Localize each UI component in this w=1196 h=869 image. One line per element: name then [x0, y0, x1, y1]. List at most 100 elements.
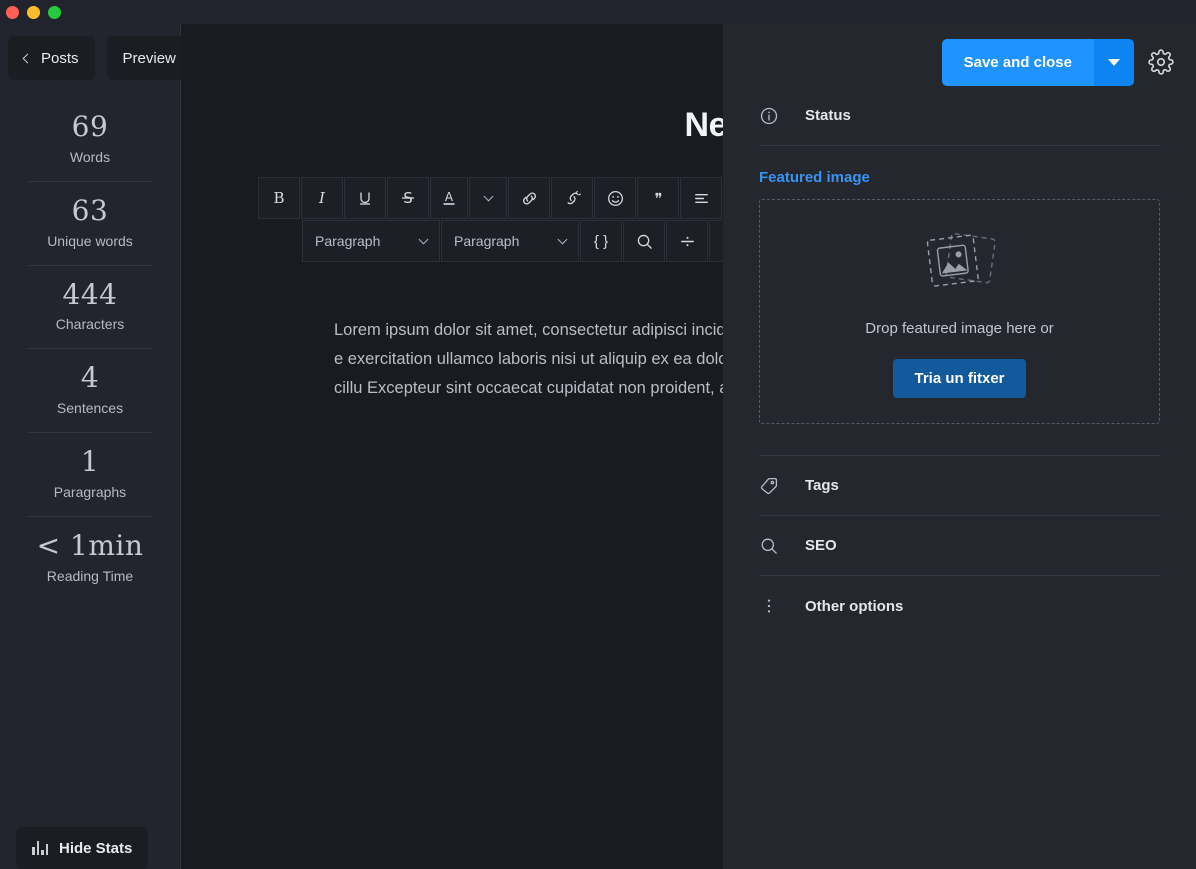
- section-tags-label: Tags: [805, 477, 839, 494]
- post-settings-panel: Save and close Status Featured image Dro…: [723, 24, 1196, 869]
- hide-stats-button[interactable]: Hide Stats: [16, 827, 149, 869]
- settings-button[interactable]: [1148, 49, 1174, 75]
- panel-sections: Status Featured image Drop featured imag…: [759, 86, 1160, 636]
- stat-label: Paragraphs: [53, 483, 127, 500]
- section-status-label: Status: [805, 107, 851, 124]
- kebab-menu-icon: [759, 596, 779, 616]
- save-and-close-group: Save and close: [941, 38, 1134, 86]
- preview-label: Preview: [122, 49, 176, 67]
- stat-sentences: 4 Sentences: [28, 349, 152, 434]
- tag-icon: [759, 476, 779, 496]
- stat-label: Sentences: [56, 400, 124, 417]
- section-seo-label: SEO: [805, 537, 837, 554]
- stat-label: Characters: [55, 316, 125, 333]
- svg-text:A: A: [445, 190, 454, 204]
- stat-value: 63: [71, 193, 109, 227]
- stat-value: 444: [62, 277, 118, 311]
- search-icon: [759, 536, 779, 556]
- back-to-posts-label: Posts: [41, 49, 79, 67]
- section-status[interactable]: Status: [759, 86, 1160, 146]
- chevron-left-icon: [22, 53, 33, 63]
- remove-link-button[interactable]: [551, 177, 593, 219]
- dropzone-text: Drop featured image here or: [865, 320, 1054, 337]
- underline-button[interactable]: [344, 177, 386, 219]
- text-color-dropdown-button[interactable]: [469, 177, 507, 219]
- block-format-select-1[interactable]: Paragraph: [302, 220, 440, 262]
- stat-value: 1: [80, 445, 100, 479]
- stats-sidebar: Posts Preview 69 Words 63 Unique words 4…: [0, 24, 192, 869]
- stat-reading-time: < 1min Reading Time: [28, 517, 152, 600]
- save-and-close-button[interactable]: Save and close: [941, 38, 1094, 86]
- insert-link-button[interactable]: [508, 177, 550, 219]
- stat-value: < 1min: [36, 528, 144, 562]
- stat-label: Unique words: [47, 232, 133, 249]
- hide-stats-label: Hide Stats: [59, 839, 133, 857]
- svg-text:I: I: [318, 189, 326, 207]
- search-icon: [635, 232, 654, 251]
- underline-icon: [356, 189, 374, 207]
- align-left-button[interactable]: [680, 177, 722, 219]
- block-format-select-2[interactable]: Paragraph: [441, 220, 579, 262]
- chevron-down-icon: [557, 234, 568, 244]
- horizontal-rule-icon: [678, 232, 697, 251]
- italic-button[interactable]: I: [301, 177, 343, 219]
- app-window: Posts Preview 69 Words 63 Unique words 4…: [0, 0, 1196, 869]
- bar-chart-icon: [32, 841, 48, 855]
- link-icon: [520, 189, 539, 208]
- stat-paragraphs: 1 Paragraphs: [28, 433, 152, 517]
- italic-icon: I: [313, 189, 331, 207]
- info-circle-icon: [759, 106, 779, 126]
- block-format-value-1: Paragraph: [315, 233, 381, 249]
- preview-button[interactable]: Preview: [106, 36, 192, 80]
- svg-text:❞: ❞: [654, 191, 662, 207]
- choose-file-button[interactable]: Tria un fitxer: [893, 359, 1026, 398]
- window-titlebar: [0, 0, 1196, 24]
- horizontal-rule-button[interactable]: [666, 220, 708, 262]
- maximize-window-button[interactable]: [48, 6, 61, 19]
- blockquote-button[interactable]: ❞: [637, 177, 679, 219]
- chevron-down-icon: [418, 234, 429, 244]
- featured-image-divider: [759, 424, 1160, 456]
- gear-icon: [1148, 49, 1174, 79]
- stat-value: 69: [71, 110, 109, 143]
- emoji-icon: [606, 189, 625, 208]
- align-left-icon: [692, 189, 711, 208]
- panel-header: Save and close: [723, 24, 1196, 86]
- sidebar-nav: Posts Preview: [0, 24, 192, 80]
- chevron-down-icon: [483, 191, 493, 201]
- stat-words: 69 Words: [28, 98, 152, 182]
- save-dropdown-button[interactable]: [1094, 38, 1134, 86]
- text-color-icon: A: [440, 189, 458, 207]
- blockquote-icon: ❞: [649, 189, 668, 208]
- section-other-options-label: Other options: [805, 597, 904, 615]
- stats-list: 69 Words 63 Unique words 444 Characters …: [0, 80, 180, 600]
- featured-image-section: Featured image Drop featured image here …: [759, 146, 1160, 456]
- stat-unique-words: 63 Unique words: [28, 182, 152, 266]
- strikethrough-button[interactable]: S: [387, 177, 429, 219]
- bold-button[interactable]: B: [258, 177, 300, 219]
- section-seo[interactable]: SEO: [759, 516, 1160, 576]
- image-placeholder-icon: [918, 225, 1002, 304]
- emoji-button[interactable]: [594, 177, 636, 219]
- hide-stats-wrap: Hide Stats: [16, 827, 149, 869]
- chevron-down-icon: [1108, 58, 1120, 66]
- find-button[interactable]: [623, 220, 665, 262]
- featured-image-heading[interactable]: Featured image: [759, 146, 1160, 199]
- close-window-button[interactable]: [6, 6, 19, 19]
- svg-text:B: B: [273, 189, 284, 207]
- section-tags[interactable]: Tags: [759, 456, 1160, 516]
- code-braces-icon: { }: [593, 232, 609, 250]
- code-block-button[interactable]: { }: [580, 220, 622, 262]
- bold-icon: B: [270, 189, 288, 207]
- stat-label: Reading Time: [46, 567, 134, 584]
- text-color-button[interactable]: A: [430, 177, 468, 219]
- section-other-options[interactable]: Other options: [759, 576, 1160, 636]
- featured-image-dropzone[interactable]: Drop featured image here or Tria un fitx…: [759, 199, 1160, 424]
- window-controls: [6, 6, 61, 19]
- stat-value: 4: [80, 361, 100, 395]
- stat-label: Words: [69, 148, 111, 165]
- minimize-window-button[interactable]: [27, 6, 40, 19]
- block-format-value-2: Paragraph: [454, 233, 520, 249]
- strikethrough-icon: S: [399, 189, 417, 207]
- back-to-posts-button[interactable]: Posts: [8, 36, 95, 80]
